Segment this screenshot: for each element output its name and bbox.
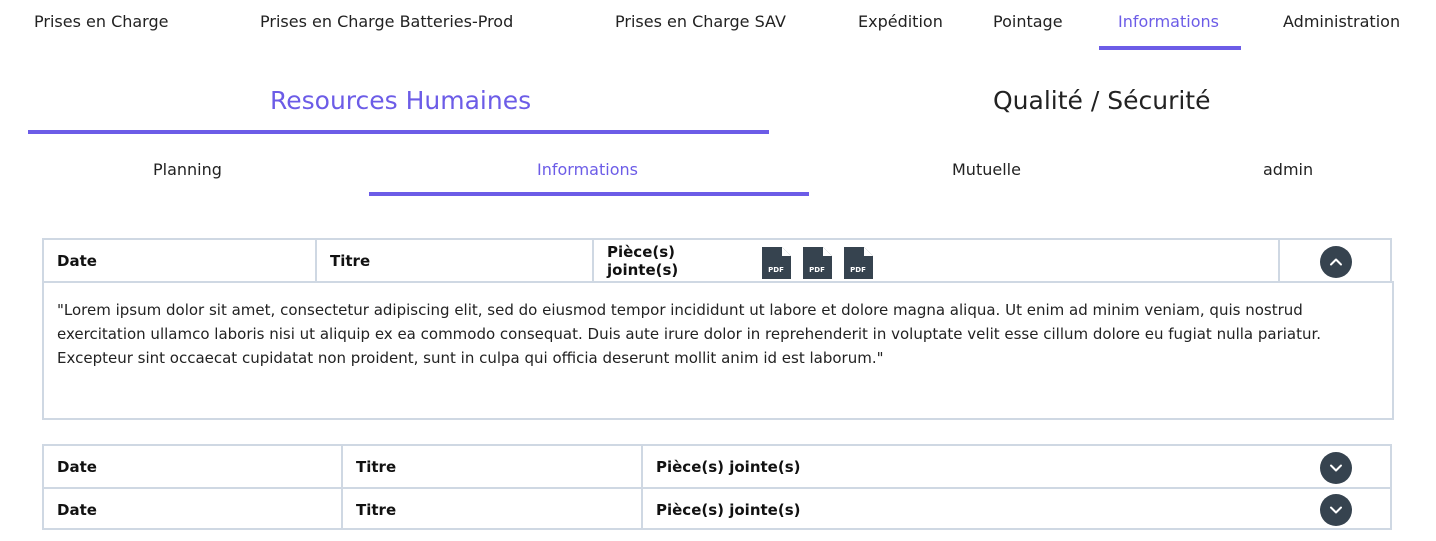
table-row[interactable]: Date Titre Pièce(s) jointe(s) [44, 489, 1390, 530]
date-cell: Date [57, 500, 97, 519]
tab-resources-humaines[interactable]: Resources Humaines [270, 86, 531, 115]
nav-expedition[interactable]: Expédition [858, 12, 943, 31]
nav-pointage[interactable]: Pointage [993, 12, 1063, 31]
chevron-up-icon [1330, 258, 1342, 266]
pdf-icon[interactable]: PDF [760, 243, 793, 281]
date-cell: Date [57, 251, 97, 270]
subtab-admin[interactable]: admin [1263, 160, 1313, 179]
attachments-pdf-list: PDF PDF PDF [760, 243, 890, 281]
subtab-active-indicator [369, 192, 809, 196]
nav-prises-en-charge[interactable]: Prises en Charge [34, 12, 168, 31]
pdf-icon[interactable]: PDF [801, 243, 834, 281]
subtab-mutuelle[interactable]: Mutuelle [952, 160, 1021, 179]
nav-administration[interactable]: Administration [1283, 12, 1400, 31]
title-cell: Titre [356, 500, 397, 519]
subtab-informations[interactable]: Informations [537, 160, 638, 179]
date-cell: Date [57, 458, 97, 476]
column-divider [1278, 240, 1280, 281]
nav-informations[interactable]: Informations [1118, 12, 1219, 31]
pdf-icon[interactable]: PDF [842, 243, 875, 281]
attachments-cell: Pièce(s) jointe(s) [656, 458, 801, 476]
table-row-expanded-header[interactable]: Date Titre Pièce(s) jointe(s) PDF PDF PD… [42, 238, 1392, 283]
attachments-cell: Pièce(s) jointe(s) [656, 500, 801, 519]
tab-qualite-securite[interactable]: Qualité / Sécurité [993, 86, 1210, 115]
expand-toggle-button[interactable] [1320, 452, 1352, 484]
subtab-planning[interactable]: Planning [153, 160, 222, 179]
chevron-down-icon [1330, 464, 1342, 472]
expand-toggle-button[interactable] [1320, 494, 1352, 526]
svg-text:PDF: PDF [850, 266, 866, 274]
table-row[interactable]: Date Titre Pièce(s) jointe(s) [44, 446, 1390, 488]
svg-text:PDF: PDF [768, 266, 784, 274]
chevron-down-icon [1330, 506, 1342, 514]
title-cell: Titre [356, 458, 397, 476]
svg-text:PDF: PDF [809, 266, 825, 274]
title-cell: Titre [330, 251, 371, 270]
nav-prises-en-charge-batteries-prod[interactable]: Prises en Charge Batteries-Prod [260, 12, 513, 31]
nav-active-indicator [1099, 46, 1241, 50]
row-content-text: "Lorem ipsum dolor sit amet, consectetur… [57, 301, 1322, 367]
section-tab-active-indicator [28, 130, 769, 134]
collapsed-rows-table: Date Titre Pièce(s) jointe(s) Date Titre… [42, 444, 1392, 530]
collapse-toggle-button[interactable] [1320, 246, 1352, 278]
attachments-cell: Pièce(s) jointe(s) [607, 242, 679, 279]
nav-prises-en-charge-sav[interactable]: Prises en Charge SAV [615, 12, 786, 31]
